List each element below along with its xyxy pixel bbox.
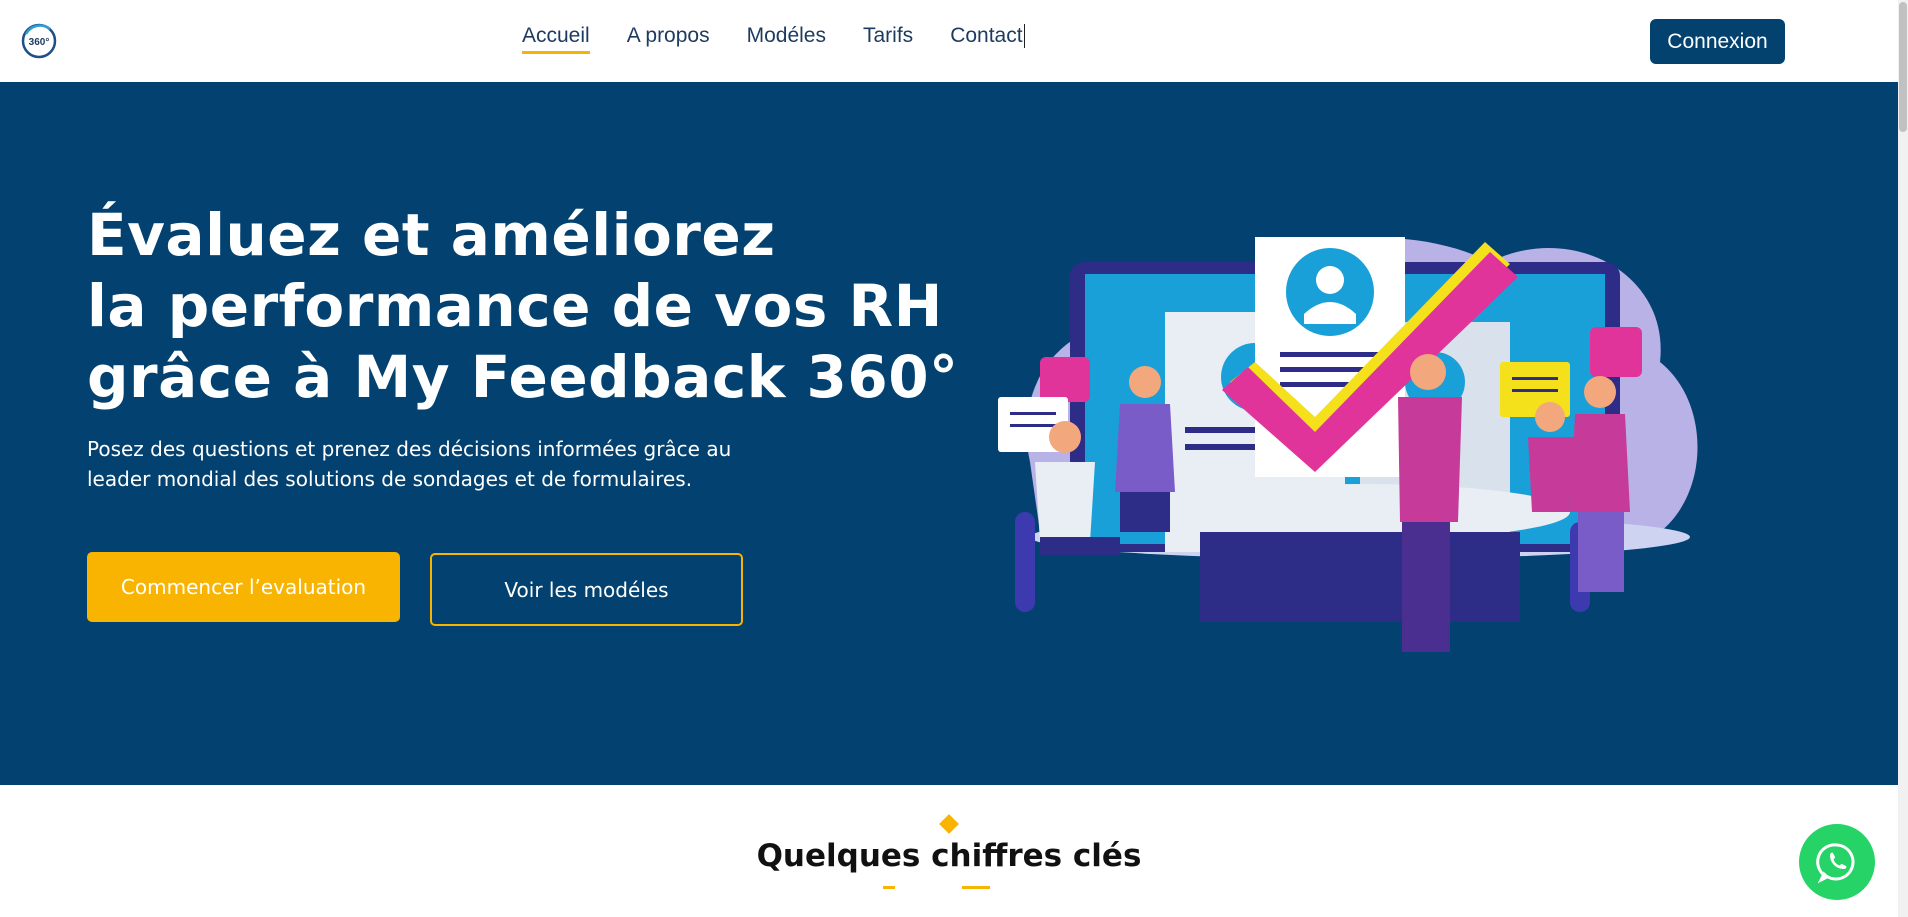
nav-a-propos[interactable]: A propos [627, 24, 710, 54]
main-nav: Accueil A propos Modéles Tarifs Contact [522, 24, 1025, 54]
page-scrollbar[interactable] [1898, 0, 1908, 917]
hero-subtitle: Posez des questions et prenez des décisi… [87, 434, 787, 494]
login-button[interactable]: Connexion [1650, 19, 1785, 64]
scrollbar-thumb[interactable] [1899, 2, 1907, 132]
hero-section: Évaluez et améliorez la performance de v… [0, 82, 1898, 785]
site-header: 360° Accueil A propos Modéles Tarifs Con… [0, 0, 1898, 82]
hero-title: Évaluez et améliorez la performance de v… [87, 200, 959, 413]
hero-subtitle-line: leader mondial des solutions de sondages… [87, 467, 693, 491]
nav-tarifs[interactable]: Tarifs [863, 24, 913, 54]
stats-title: Quelques chiffres clés [756, 838, 1142, 874]
nav-modeles[interactable]: Modéles [747, 24, 826, 54]
hero-title-line: grâce à My Feedback 360° [87, 343, 959, 411]
hero-title-line: la performance de vos RH [87, 272, 943, 340]
logo-text: 360° [29, 37, 50, 48]
title-underline [962, 886, 990, 889]
title-underline [883, 886, 895, 889]
nav-accueil[interactable]: Accueil [522, 24, 590, 54]
diamond-icon [939, 814, 959, 834]
view-templates-button[interactable]: Voir les modéles [430, 553, 743, 626]
hero-subtitle-line: Posez des questions et prenez des décisi… [87, 437, 732, 461]
text-cursor [1023, 24, 1025, 48]
logo-360-icon[interactable]: 360° [20, 22, 58, 60]
hero-title-line: Évaluez et améliorez [87, 201, 776, 269]
start-evaluation-button[interactable]: Commencer l’evaluation [87, 552, 400, 622]
whatsapp-icon [1816, 843, 1855, 884]
hero-illustration [998, 237, 1698, 652]
whatsapp-button[interactable] [1799, 824, 1875, 900]
nav-contact[interactable]: Contact [950, 24, 1022, 54]
